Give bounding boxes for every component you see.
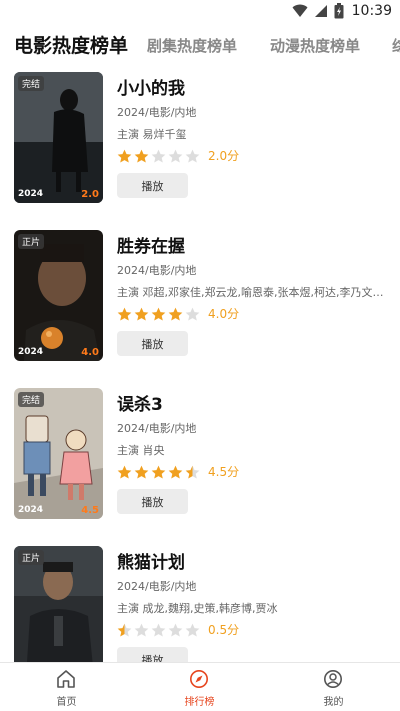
- nav-profile[interactable]: 我的: [267, 663, 400, 711]
- rating-score: 4.0分: [208, 307, 240, 321]
- movie-title[interactable]: 胜券在握: [117, 232, 185, 257]
- tab-movie-ranking[interactable]: 电影热度榜单: [14, 28, 128, 64]
- star-icon: [134, 307, 149, 321]
- movie-title[interactable]: 误杀3: [117, 390, 163, 415]
- star-icon: [185, 623, 200, 637]
- nav-ranking[interactable]: 排行榜: [133, 663, 266, 711]
- movie-cast: 主演 邓超,邓家佳,郑云龙,喻恩泰,张本煜,柯达,李乃文,杨...: [117, 286, 385, 299]
- poster-year: 2024: [18, 347, 44, 357]
- poster-score: 2.0: [81, 189, 99, 200]
- compass-icon: [190, 670, 208, 688]
- movie-title[interactable]: 小小的我: [117, 74, 185, 99]
- star-icon: [151, 149, 166, 163]
- status-badge: 正片: [18, 550, 45, 565]
- battery-icon: [334, 3, 344, 19]
- nav-home[interactable]: 首页: [0, 663, 133, 711]
- star-icon: [185, 465, 200, 479]
- tab-variety-ranking[interactable]: 综: [392, 28, 400, 64]
- signal-icon: [314, 5, 327, 17]
- status-badge: 完结: [18, 76, 45, 91]
- nav-ranking-label: 排行榜: [184, 697, 215, 708]
- nav-home-label: 首页: [56, 697, 77, 708]
- movie-poster[interactable]: 完结 2024 2.0: [14, 72, 103, 203]
- star-icon: [185, 149, 200, 163]
- movie-poster[interactable]: 正片: [14, 546, 103, 662]
- movie-poster[interactable]: 正片 2024 4.0: [14, 230, 103, 361]
- star-icon: [117, 307, 132, 321]
- star-icon: [168, 465, 183, 479]
- star-icon: [117, 623, 132, 637]
- play-button[interactable]: 播放: [117, 331, 188, 356]
- movie-poster[interactable]: 完结 2024 4.5: [14, 388, 103, 519]
- movie-cast: 主演 易烊千玺: [117, 128, 187, 141]
- status-badge: 正片: [18, 234, 45, 249]
- star-icon: [117, 465, 132, 479]
- status-bar: 10:39: [0, 0, 400, 24]
- bottom-nav: 首页 排行榜 我的: [0, 662, 400, 711]
- list-item[interactable]: 完结 2024 4.5 误杀3 2024/电影/内地 主演 肖央 4.5分 播放: [0, 380, 400, 520]
- movie-cast: 主演 成龙,魏翔,史策,韩彦博,贾冰: [117, 602, 278, 615]
- star-icon: [117, 149, 132, 163]
- rating-score: 4.5分: [208, 465, 240, 479]
- list-item[interactable]: 完结 2024 2.0 小小的我 2024/电影/内地 主演 易烊千玺 2.0分…: [0, 64, 400, 204]
- star-icon: [151, 623, 166, 637]
- stars-row: [117, 307, 202, 321]
- poster-score: 4.5: [81, 505, 99, 516]
- star-icon: [134, 465, 149, 479]
- stars-row: [117, 465, 202, 479]
- movie-cast: 主演 肖央: [117, 444, 165, 457]
- star-icon: [185, 307, 200, 321]
- category-tabs: 电影热度榜单 剧集热度榜单 动漫热度榜单 综: [0, 28, 400, 64]
- rating-score: 0.5分: [208, 623, 240, 637]
- movie-meta: 2024/电影/内地: [117, 422, 197, 435]
- star-icon: [168, 623, 183, 637]
- play-button[interactable]: 播放: [117, 173, 188, 198]
- nav-profile-label: 我的: [323, 697, 344, 708]
- home-icon: [57, 670, 75, 688]
- user-icon: [324, 670, 342, 688]
- star-rating: 4.5分: [117, 463, 239, 480]
- tab-series-ranking[interactable]: 剧集热度榜单: [147, 28, 237, 64]
- star-icon: [134, 623, 149, 637]
- poster-score: 4.0: [81, 347, 99, 358]
- star-rating: 4.0分: [117, 305, 239, 322]
- movie-meta: 2024/电影/内地: [117, 264, 197, 277]
- wifi-icon: [292, 4, 308, 17]
- movie-title[interactable]: 熊猫计划: [117, 548, 185, 573]
- list-item[interactable]: 正片 2024 4.0 胜券在握 2024/电影/内地 主演 邓超,邓家佳,郑云…: [0, 222, 400, 362]
- play-button[interactable]: 播放: [117, 489, 188, 514]
- star-icon: [168, 149, 183, 163]
- tab-anime-ranking[interactable]: 动漫热度榜单: [270, 28, 360, 64]
- rating-score: 2.0分: [208, 149, 240, 163]
- star-icon: [151, 465, 166, 479]
- movie-meta: 2024/电影/内地: [117, 580, 197, 593]
- list-item[interactable]: 正片 熊猫计划 2024/电影/内地 主演 成龙,魏翔,史策,韩彦博,贾冰 0.…: [0, 538, 400, 662]
- status-time: 10:39: [351, 3, 392, 19]
- star-rating: 2.0分: [117, 147, 239, 164]
- stars-row: [117, 149, 202, 163]
- poster-year: 2024: [18, 505, 44, 515]
- star-rating: 0.5分: [117, 621, 239, 638]
- star-icon: [168, 307, 183, 321]
- stars-row: [117, 623, 202, 637]
- poster-year: 2024: [18, 189, 44, 199]
- star-icon: [134, 149, 149, 163]
- status-badge: 完结: [18, 392, 45, 407]
- play-button[interactable]: 播放: [117, 647, 188, 662]
- movie-list: 完结 2024 2.0 小小的我 2024/电影/内地 主演 易烊千玺 2.0分…: [0, 64, 400, 662]
- movie-meta: 2024/电影/内地: [117, 106, 197, 119]
- star-icon: [151, 307, 166, 321]
